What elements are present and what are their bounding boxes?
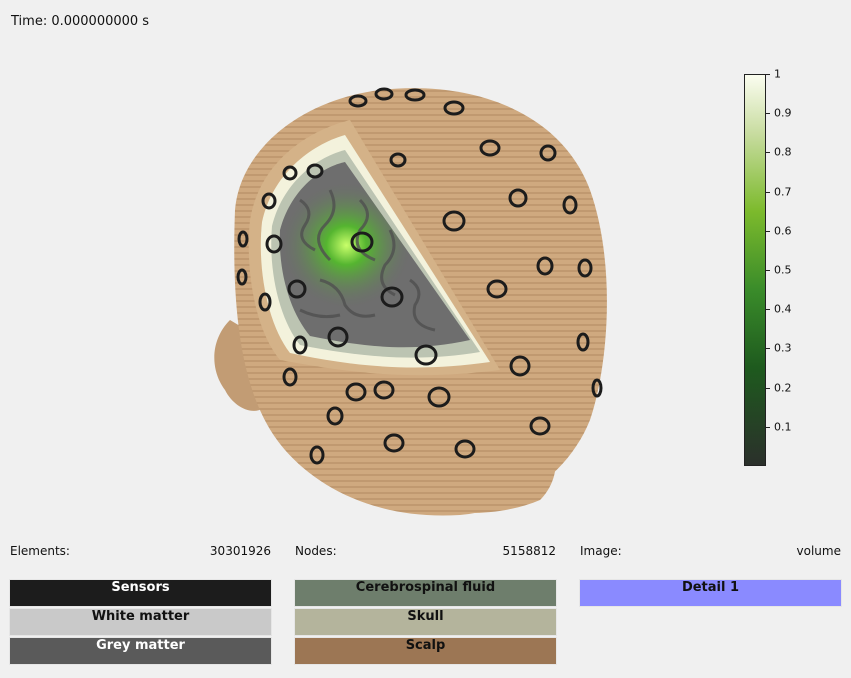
colorbar-tick-mark — [766, 113, 770, 115]
nodes-info: Nodes: 5158812 — [295, 544, 556, 558]
elements-value: 30301926 — [209, 544, 271, 558]
colorbar-tick-mark — [766, 74, 770, 75]
colorbar-tick-label: 0.9 — [774, 106, 792, 120]
white-matter-button[interactable]: White matter — [9, 608, 272, 636]
sensors-button[interactable]: Sensors — [9, 579, 272, 607]
colorbar-tick-mark — [766, 152, 770, 154]
colorbar-tick-label: 0.5 — [774, 263, 792, 277]
colorbar-tick-label: 0.4 — [774, 302, 792, 316]
elements-info: Elements: 30301926 — [10, 544, 271, 558]
colorbar-tick-mark — [766, 191, 770, 193]
colorbar-tick-mark — [766, 426, 770, 428]
scalp-button[interactable]: Scalp — [294, 637, 557, 665]
colorbar-tick-label: 0.1 — [774, 420, 792, 434]
nodes-value: 5158812 — [502, 544, 556, 558]
colorbar-tick-mark — [766, 270, 770, 271]
image-info: Image: volume — [580, 544, 841, 558]
time-readout: Time: 0.000000000 s — [11, 14, 150, 29]
colorbar-tick-label: 0.7 — [774, 185, 792, 199]
colorbar-tick-label: 0.8 — [774, 145, 792, 159]
csf-button[interactable]: Cerebrospinal fluid — [294, 579, 557, 607]
image-label: Image: — [580, 544, 622, 558]
colorbar-tick-label: 0.3 — [774, 341, 792, 355]
colorbar-tick-mark — [766, 309, 770, 311]
colorbar-tick-label: 1 — [774, 67, 781, 81]
colorbar-tick-label: 0.2 — [774, 381, 792, 395]
colorbar-tick-label: 0.6 — [774, 224, 792, 238]
colorbar-tick-mark — [766, 348, 770, 350]
colorbar-tick-mark — [766, 230, 770, 232]
skull-button[interactable]: Skull — [294, 608, 557, 636]
nodes-label: Nodes: — [295, 544, 337, 558]
head-model — [214, 87, 607, 516]
elements-label: Elements: — [10, 544, 70, 558]
head-model-viewport[interactable] — [0, 40, 730, 540]
detail-1-button[interactable]: Detail 1 — [579, 579, 842, 607]
colorbar — [744, 74, 766, 466]
grey-matter-button[interactable]: Grey matter — [9, 637, 272, 665]
colorbar-tick-mark — [766, 387, 770, 389]
image-value: volume — [796, 544, 841, 558]
